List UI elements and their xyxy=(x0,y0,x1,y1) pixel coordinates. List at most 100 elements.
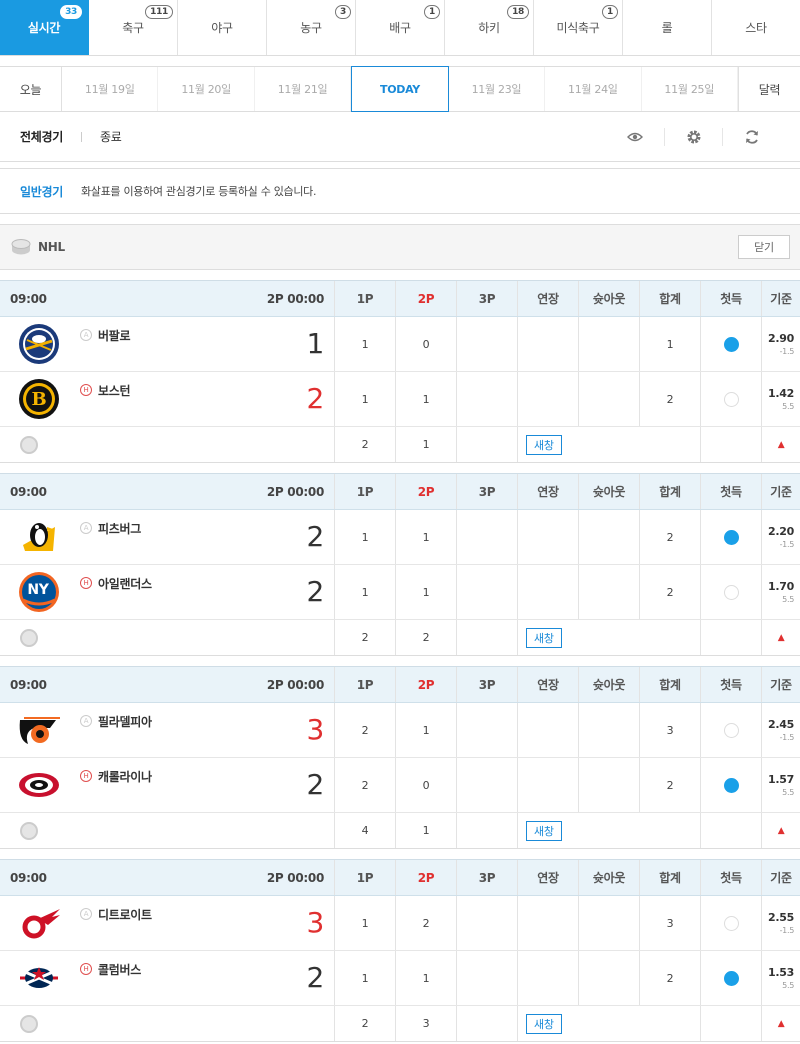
handicap-value: 5.5 xyxy=(782,402,794,411)
game-summary-row: 4 1 새창 ▲ xyxy=(0,813,800,848)
refresh-button[interactable] xyxy=(722,127,780,146)
league-name: NHL xyxy=(38,240,65,254)
new-window-button[interactable]: 새창 xyxy=(526,434,562,455)
notice-bar: 일반경기 화살표를 이용하여 관심경기로 등록하실 수 있습니다. xyxy=(0,168,800,214)
date-item-4[interactable]: 11월 23일 xyxy=(449,67,546,111)
game-time-cell: 09:00 2P 00:00 xyxy=(0,667,335,702)
new-window-button[interactable]: 새창 xyxy=(526,1013,562,1034)
team-name[interactable]: 콜럼버스 xyxy=(98,961,141,978)
expand-arrow-icon[interactable]: ▲ xyxy=(778,1019,785,1029)
home-marker: H xyxy=(80,963,92,975)
summary-period-2: 3 xyxy=(396,1006,457,1041)
sport-tab-label: 롤 xyxy=(661,21,673,35)
expand-arrow-icon[interactable]: ▲ xyxy=(778,633,785,643)
odds-value: 1.42 xyxy=(768,387,794,400)
team-name[interactable]: 캐롤라이나 xyxy=(98,768,152,785)
team-row-home: B H 보스턴 2 1 1 2 1.42 5.5 xyxy=(0,372,800,427)
sport-tab-6[interactable]: 미식축구 1 xyxy=(534,0,623,55)
date-item-0[interactable]: 11월 19일 xyxy=(62,67,159,111)
sport-tab-label: 축구 xyxy=(122,21,144,35)
filter-divider xyxy=(80,131,82,142)
new-window-cell: 새창 xyxy=(518,1006,701,1041)
sport-tab-5[interactable]: 하키 18 xyxy=(445,0,534,55)
today-button[interactable]: 오늘 xyxy=(0,67,62,111)
sport-tab-count-badge: 1 xyxy=(424,5,440,19)
expand-arrow-icon[interactable]: ▲ xyxy=(778,826,785,836)
summary-icon-cell xyxy=(0,427,335,462)
sport-tab-4[interactable]: 배구 1 xyxy=(356,0,445,55)
team-cell: A 버팔로 1 xyxy=(0,317,335,371)
sport-tab-2[interactable]: 야구 xyxy=(178,0,267,55)
league-close-button[interactable]: 닫기 xyxy=(738,235,790,259)
sport-tab-8[interactable]: 스타 xyxy=(712,0,800,55)
odds-value: 1.57 xyxy=(768,773,794,786)
sport-tab-3[interactable]: 농구 3 xyxy=(267,0,356,55)
column-header: 연장 xyxy=(518,667,579,702)
filter-all-games[interactable]: 전체경기 xyxy=(20,128,63,145)
flyers-logo xyxy=(16,707,62,753)
date-item-3[interactable]: TODAY xyxy=(351,66,449,112)
team-name[interactable]: 필라델피아 xyxy=(98,713,152,730)
total-score: 3 xyxy=(640,896,701,950)
shootout-score xyxy=(579,565,640,619)
team-name[interactable]: 디트로이트 xyxy=(98,906,152,923)
shootout-score xyxy=(579,951,640,1005)
period-2-score: 1 xyxy=(396,510,457,564)
first-goal-indicator xyxy=(723,970,739,986)
handicap-value: 5.5 xyxy=(782,981,794,990)
overtime-score xyxy=(518,317,579,371)
sport-tab-7[interactable]: 롤 xyxy=(623,0,712,55)
first-goal-indicator xyxy=(723,584,739,600)
overtime-score xyxy=(518,951,579,1005)
period-3-score xyxy=(457,951,518,1005)
filter-finished[interactable]: 종료 xyxy=(100,128,122,145)
odds-value: 2.20 xyxy=(768,525,794,538)
calendar-button[interactable]: 달력 xyxy=(737,67,800,111)
filter-bar: 전체경기 종료 xyxy=(0,112,800,162)
sport-tab-1[interactable]: 축구 111 xyxy=(89,0,178,55)
date-item-2[interactable]: 11월 21일 xyxy=(255,67,352,111)
new-window-cell: 새창 xyxy=(518,813,701,848)
team-cell: A 디트로이트 3 xyxy=(0,896,335,950)
new-window-button[interactable]: 새창 xyxy=(526,627,562,648)
date-item-6[interactable]: 11월 25일 xyxy=(642,67,738,111)
expand-cell: ▲ xyxy=(762,1006,800,1041)
team-name[interactable]: 보스턴 xyxy=(98,382,131,399)
game-summary-row: 2 3 새창 ▲ xyxy=(0,1006,800,1041)
column-header: 합계 xyxy=(640,860,701,895)
team-name[interactable]: 아일랜더스 xyxy=(98,575,152,592)
date-item-5[interactable]: 11월 24일 xyxy=(545,67,642,111)
sport-tab-0[interactable]: 실시간 33 xyxy=(0,0,89,55)
period-1-score: 1 xyxy=(335,565,396,619)
summary-period-2: 1 xyxy=(396,813,457,848)
first-goal-indicator xyxy=(723,915,739,931)
summary-first-goal xyxy=(701,620,762,655)
period-1-score: 1 xyxy=(335,951,396,1005)
date-item-1[interactable]: 11월 20일 xyxy=(158,67,255,111)
sports-tab-bar: 실시간 33 축구 111 야구 농구 3 배구 1 하키 18 미식축구 1 롤 스타 xyxy=(0,0,800,56)
team-name[interactable]: 버팔로 xyxy=(98,327,131,344)
team-score: 1 xyxy=(306,327,324,360)
league-header: NHL 닫기 xyxy=(0,224,800,270)
column-header: 슛아웃 xyxy=(579,281,640,316)
team-name[interactable]: 피츠버그 xyxy=(98,520,141,537)
odds-cell: 1.57 5.5 xyxy=(762,758,800,812)
new-window-button[interactable]: 새창 xyxy=(526,820,562,841)
column-header: 2P xyxy=(396,281,457,316)
team-cell: NY H 아일랜더스 2 xyxy=(0,565,335,619)
period-3-score xyxy=(457,758,518,812)
first-goal-cell xyxy=(701,372,762,426)
column-header: 1P xyxy=(335,860,396,895)
period-2-score: 1 xyxy=(396,703,457,757)
summary-first-goal xyxy=(701,813,762,848)
settings-button[interactable] xyxy=(664,127,722,146)
away-marker: A xyxy=(80,522,92,534)
period-3-score xyxy=(457,896,518,950)
view-toggle-button[interactable] xyxy=(606,128,664,146)
column-header: 연장 xyxy=(518,281,579,316)
handicap-value: -1.5 xyxy=(779,347,795,356)
first-goal-cell xyxy=(701,896,762,950)
expand-arrow-icon[interactable]: ▲ xyxy=(778,440,785,450)
team-row-away: A 피츠버그 2 1 1 2 2.20 -1.5 xyxy=(0,510,800,565)
column-header: 합계 xyxy=(640,667,701,702)
